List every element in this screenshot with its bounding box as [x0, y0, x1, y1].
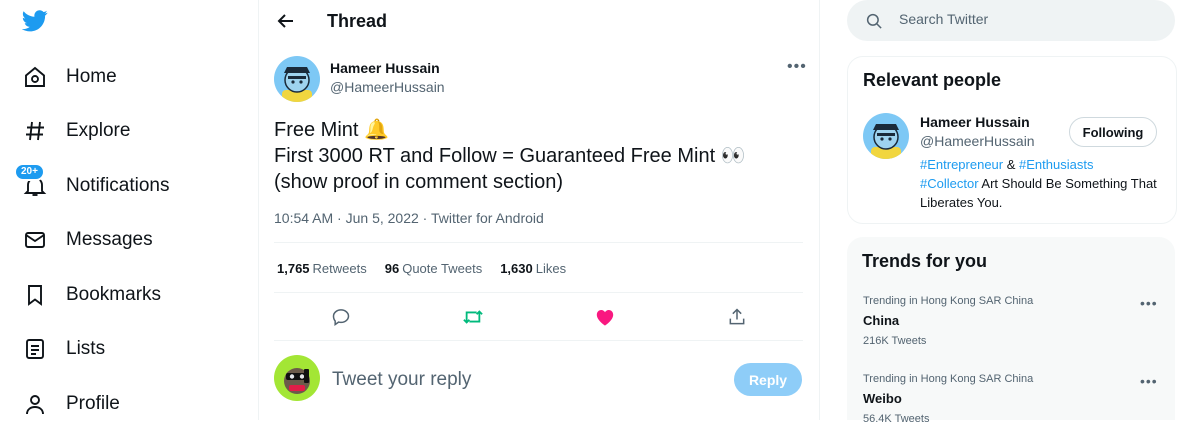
hashtag-link[interactable]: #Collector: [920, 176, 979, 191]
like-heart-icon[interactable]: [592, 304, 618, 330]
nav-lists-label: Lists: [66, 338, 106, 359]
meta-separator: ·: [337, 210, 346, 226]
more-options-icon[interactable]: •••: [787, 58, 807, 76]
nav-profile[interactable]: Profile: [22, 384, 120, 424]
nav-lists[interactable]: Lists: [22, 329, 105, 369]
quotes-label: Quote Tweets: [402, 261, 483, 276]
nav-explore-label: Explore: [66, 120, 131, 141]
trends-title: Trends for you: [862, 251, 988, 271]
quotes-count: 96: [384, 261, 400, 276]
trend-more-icon[interactable]: •••: [1140, 295, 1158, 311]
nav-profile-label: Profile: [66, 393, 120, 414]
left-navigation: Home Explore 20+ Notifications Messages …: [0, 0, 258, 420]
reply-icon[interactable]: [328, 304, 354, 330]
retweet-icon[interactable]: [460, 304, 486, 330]
bio-text: &: [1003, 157, 1020, 172]
thread-column: Thread Hameer Hussain @HameerHussain •••…: [258, 0, 820, 420]
reply-input[interactable]: Tweet your reply: [332, 369, 471, 391]
hashtag-link[interactable]: #Entrepreneur: [920, 157, 1003, 172]
nav-home-label: Home: [66, 66, 117, 87]
retweets-count: 1,765: [277, 261, 310, 276]
likes-label: Likes: [535, 261, 567, 276]
trend-item[interactable]: Trending in Hong Kong SAR China China 21…: [863, 295, 1153, 347]
trend-name: China: [863, 313, 900, 328]
trend-count: 56.4K Tweets: [863, 413, 930, 425]
retweets-label: Retweets: [312, 261, 367, 276]
relevant-avatar[interactable]: [863, 113, 909, 159]
trend-item[interactable]: Trending in Hong Kong SAR China Weibo 56…: [863, 373, 1153, 425]
trend-name: Weibo: [863, 391, 902, 406]
back-arrow-icon[interactable]: [273, 8, 299, 34]
person-icon: [22, 391, 48, 417]
relevant-people-card: Relevant people Hameer Hussain @HameerHu…: [847, 56, 1177, 224]
trend-context: Trending in Hong Kong SAR China: [863, 373, 1034, 385]
nav-messages-label: Messages: [66, 229, 153, 250]
envelope-icon: [22, 227, 48, 253]
tweet-line: (show proof in comment section): [274, 171, 564, 193]
likes-stat[interactable]: 1,630 Likes: [500, 261, 566, 276]
hashtag-icon: [22, 118, 48, 144]
tweet-time[interactable]: 10:54 AM: [274, 210, 333, 226]
search-box[interactable]: [847, 0, 1175, 41]
list-icon: [22, 336, 48, 362]
divider: [274, 292, 803, 293]
notifications-badge: 20+: [14, 163, 45, 181]
page-title: Thread: [327, 11, 388, 31]
trend-context: Trending in Hong Kong SAR China: [863, 295, 1034, 307]
tweet-date[interactable]: Jun 5, 2022: [346, 210, 419, 226]
likes-count: 1,630: [500, 261, 533, 276]
divider: [274, 340, 803, 341]
tweet-line: Free Mint 🔔: [274, 119, 389, 141]
author-avatar[interactable]: [274, 56, 320, 102]
author-name[interactable]: Hameer Hussain: [330, 60, 440, 76]
twitter-logo-icon[interactable]: [22, 10, 50, 34]
relevant-name[interactable]: Hameer Hussain: [920, 114, 1030, 130]
current-user-avatar[interactable]: [274, 355, 320, 401]
meta-separator: ·: [422, 210, 431, 226]
nav-home[interactable]: Home: [22, 57, 117, 97]
nav-notifications-label: Notifications: [66, 175, 170, 196]
retweets-stat[interactable]: 1,765 Retweets: [277, 261, 367, 276]
home-icon: [22, 64, 48, 90]
share-icon[interactable]: [724, 304, 750, 330]
search-icon: [865, 12, 883, 30]
author-handle[interactable]: @HameerHussain: [330, 79, 445, 95]
relevant-bio: #Entrepreneur & #Enthusiasts #Collector A…: [920, 155, 1160, 212]
divider: [274, 242, 803, 243]
tweet-text: Free Mint 🔔 First 3000 RT and Follow = G…: [274, 117, 804, 195]
nav-bookmarks-label: Bookmarks: [66, 284, 162, 305]
nav-messages[interactable]: Messages: [22, 220, 153, 260]
bell-icon: 20+: [14, 163, 48, 199]
following-button[interactable]: Following: [1069, 117, 1157, 147]
relevant-handle[interactable]: @HameerHussain: [920, 133, 1035, 149]
reply-button[interactable]: Reply: [734, 363, 802, 396]
relevant-people-title: Relevant people: [863, 70, 1002, 90]
nav-bookmarks[interactable]: Bookmarks: [22, 275, 161, 315]
trend-more-icon[interactable]: •••: [1140, 373, 1158, 389]
tweet-source[interactable]: Twitter for Android: [431, 210, 544, 226]
search-input[interactable]: [899, 11, 1149, 27]
trend-count: 216K Tweets: [863, 335, 927, 347]
tweet-meta: 10:54 AM · Jun 5, 2022 · Twitter for And…: [274, 210, 544, 226]
trends-card: Trends for you Trending in Hong Kong SAR…: [847, 237, 1175, 425]
nav-explore[interactable]: Explore: [22, 111, 130, 151]
nav-notifications[interactable]: 20+ Notifications: [14, 163, 170, 206]
hashtag-link[interactable]: #Enthusiasts: [1019, 157, 1093, 172]
tweet-stats: 1,765 Retweets 96 Quote Tweets 1,630 Likes: [277, 261, 584, 276]
bookmark-icon: [22, 282, 48, 308]
quote-tweets-stat[interactable]: 96 Quote Tweets: [385, 261, 482, 276]
tweet-line: First 3000 RT and Follow = Guaranteed Fr…: [274, 145, 746, 167]
